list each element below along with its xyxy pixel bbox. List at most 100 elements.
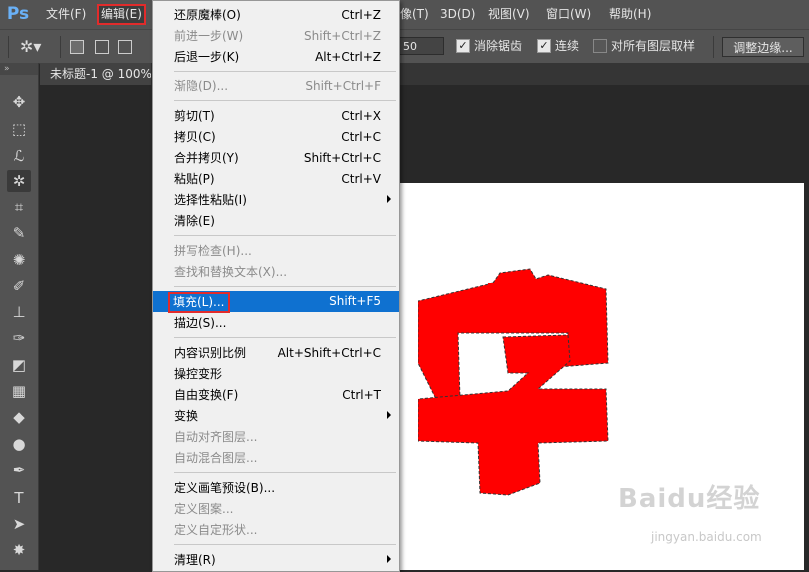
menu-item-cut[interactable]: 剪切(T) Ctrl+X bbox=[153, 106, 399, 127]
contiguous-label: 连续 bbox=[555, 39, 580, 53]
menu-item-shortcut: Shift+Ctrl+C bbox=[303, 151, 381, 165]
move-tool-icon[interactable]: ✥ bbox=[7, 91, 31, 113]
menu-item-label: 后退一步(K) bbox=[174, 50, 240, 64]
add-selection-icon[interactable] bbox=[95, 40, 109, 54]
photoshop-logo: Ps bbox=[6, 4, 30, 24]
menu-item-shortcut: Alt+Shift+Ctrl+C bbox=[277, 346, 381, 360]
menu-item-label: 定义画笔预设(B)... bbox=[174, 481, 276, 495]
document-tab[interactable]: 未标题-1 @ 100% bbox=[40, 63, 152, 85]
menu-item-fill[interactable]: 填充(L)... Shift+F5 bbox=[153, 291, 399, 312]
type-tool-icon[interactable]: T bbox=[7, 487, 31, 509]
history-brush-tool-icon[interactable]: ✑ bbox=[7, 327, 31, 349]
menu-item-auto-align-layers[interactable]: 自动对齐图层... bbox=[153, 427, 399, 448]
menu-separator bbox=[174, 100, 396, 101]
menu-item-define-pattern[interactable]: 定义图案... bbox=[153, 499, 399, 520]
new-selection-icon[interactable] bbox=[70, 40, 84, 54]
menu-view[interactable]: 视图(V) bbox=[488, 6, 530, 23]
menu-separator bbox=[174, 472, 396, 473]
lasso-tool-icon[interactable]: ℒ bbox=[7, 145, 31, 167]
menu-item-content-aware-scale[interactable]: 内容识别比例 Alt+Shift+Ctrl+C bbox=[153, 343, 399, 364]
menu-item-label: 拼写检查(H)... bbox=[174, 244, 252, 258]
clone-stamp-tool-icon[interactable]: ⊥ bbox=[7, 301, 31, 323]
edit-menu-dropdown: 还原魔棒(O) Ctrl+Z 前进一步(W) Shift+Ctrl+Z 后退一步(K… bbox=[152, 0, 400, 572]
gradient-tool-icon[interactable]: ▦ bbox=[7, 380, 31, 402]
menu-item-shortcut: Shift+Ctrl+Z bbox=[304, 29, 381, 43]
menu-item-step-forward[interactable]: 前进一步(W) Shift+Ctrl+Z bbox=[153, 26, 399, 47]
menu-item-label: 描边(S)... bbox=[174, 316, 227, 330]
menu-item-copy-merged[interactable]: 合并拷贝(Y) Shift+Ctrl+C bbox=[153, 148, 399, 169]
menu-item-label: 选择性粘贴(I) bbox=[174, 193, 247, 207]
menu-item-stroke[interactable]: 描边(S)... bbox=[153, 313, 399, 334]
menu-edit[interactable]: 编辑(E) bbox=[97, 4, 146, 25]
menu-item-label: 定义图案... bbox=[174, 502, 234, 516]
healing-brush-tool-icon[interactable]: ✺ bbox=[7, 249, 31, 271]
menu-item-shortcut: Shift+F5 bbox=[329, 294, 381, 308]
menu-item-shortcut: Ctrl+T bbox=[342, 388, 381, 402]
menu-item-free-transform[interactable]: 自由变换(F) Ctrl+T bbox=[153, 385, 399, 406]
menu-item-label: 剪切(T) bbox=[174, 109, 215, 123]
menu-item-undo[interactable]: 还原魔棒(O) Ctrl+Z bbox=[153, 5, 399, 26]
menu-item-define-brush[interactable]: 定义画笔预设(B)... bbox=[153, 478, 399, 499]
options-bar: ✲▾ 50 ✓ 消除锯齿 ✓ 连续 对所有图层取样 调整边缘... bbox=[0, 29, 809, 64]
menu-item-purge[interactable]: 清理(R) bbox=[153, 550, 399, 571]
crop-tool-icon[interactable]: ⌗ bbox=[7, 196, 31, 218]
anti-alias-checkbox[interactable]: ✓ bbox=[456, 39, 470, 53]
sample-all-layers-checkbox[interactable] bbox=[593, 39, 607, 53]
submenu-arrow-icon bbox=[387, 411, 391, 419]
menu-item-auto-blend-layers[interactable]: 自动混合图层... bbox=[153, 448, 399, 469]
menu-item-transform[interactable]: 变换 bbox=[153, 406, 399, 427]
refine-edge-button[interactable]: 调整边缘... bbox=[722, 37, 804, 57]
menu-item-define-custom-shape[interactable]: 定义自定形状... bbox=[153, 520, 399, 541]
menu-file[interactable]: 文件(F) bbox=[46, 6, 86, 23]
menu-item-copy[interactable]: 拷贝(C) Ctrl+C bbox=[153, 127, 399, 148]
baidu-watermark: Baidu经验 bbox=[618, 484, 761, 514]
menu-item-shortcut: Alt+Ctrl+Z bbox=[315, 50, 381, 64]
menu-item-fade[interactable]: 渐隐(D)... Shift+Ctrl+F bbox=[153, 76, 399, 97]
menu-item-find-replace[interactable]: 查找和替换文本(X)... bbox=[153, 262, 399, 283]
menu-item-paste[interactable]: 粘贴(P) Ctrl+V bbox=[153, 169, 399, 190]
menu-item-label: 填充(L)... bbox=[170, 294, 228, 311]
custom-shape-tool-icon[interactable]: ✸ bbox=[7, 539, 31, 561]
menu-separator bbox=[174, 544, 396, 545]
menu-window[interactable]: 窗口(W) bbox=[546, 6, 591, 23]
menu-item-label: 拷贝(C) bbox=[174, 130, 216, 144]
tolerance-input[interactable]: 50 bbox=[398, 37, 444, 55]
menu-item-label: 变换 bbox=[174, 409, 199, 423]
marquee-tool-icon[interactable]: ⬚ bbox=[7, 118, 31, 140]
contiguous-checkbox[interactable]: ✓ bbox=[537, 39, 551, 53]
menu-item-shortcut: Ctrl+Z bbox=[341, 8, 381, 22]
menu-item-shortcut: Shift+Ctrl+F bbox=[305, 79, 381, 93]
submenu-arrow-icon bbox=[387, 555, 391, 563]
path-selection-tool-icon[interactable]: ➤ bbox=[7, 513, 31, 535]
tools-panel: » ✥ ⬚ ℒ ✲ ⌗ ✎ ✺ ✐ ⊥ ✑ ◩ ▦ ◆ ● ✒ T ➤ ✸ bbox=[0, 63, 39, 570]
options-divider-2 bbox=[713, 36, 714, 58]
menu-separator bbox=[174, 286, 396, 287]
selected-red-character bbox=[418, 268, 609, 496]
menu-item-label: 内容识别比例 bbox=[174, 346, 247, 360]
menu-item-label: 还原魔棒(O) bbox=[174, 8, 241, 22]
menu-item-step-backward[interactable]: 后退一步(K) Alt+Ctrl+Z bbox=[153, 47, 399, 68]
dodge-tool-icon[interactable]: ● bbox=[7, 433, 31, 455]
collapse-panel-icon[interactable]: » bbox=[0, 63, 38, 75]
menu-item-shortcut: Ctrl+X bbox=[341, 109, 381, 123]
menu-item-check-spelling[interactable]: 拼写检查(H)... bbox=[153, 241, 399, 262]
options-divider bbox=[60, 36, 61, 58]
eraser-tool-icon[interactable]: ◩ bbox=[7, 354, 31, 376]
menu-item-puppet-warp[interactable]: 操控变形 bbox=[153, 364, 399, 385]
menu-item-label: 前进一步(W) bbox=[174, 29, 244, 43]
blur-tool-icon[interactable]: ◆ bbox=[7, 406, 31, 428]
magic-wand-tool-icon[interactable]: ✲ bbox=[7, 170, 31, 192]
menu-item-label: 自由变换(F) bbox=[174, 388, 239, 402]
menu-separator bbox=[174, 71, 396, 72]
menu-help[interactable]: 帮助(H) bbox=[609, 6, 651, 23]
pen-tool-icon[interactable]: ✒ bbox=[7, 459, 31, 481]
menu-item-clear[interactable]: 清除(E) bbox=[153, 211, 399, 232]
menu-item-paste-special[interactable]: 选择性粘贴(I) bbox=[153, 190, 399, 211]
eyedropper-tool-icon[interactable]: ✎ bbox=[7, 222, 31, 244]
menu-item-label: 自动对齐图层... bbox=[174, 430, 258, 444]
menu-3d[interactable]: 3D(D) bbox=[440, 6, 475, 23]
brush-tool-icon[interactable]: ✐ bbox=[7, 275, 31, 297]
magic-wand-icon[interactable]: ✲▾ bbox=[20, 37, 44, 57]
menu-image[interactable]: 像(T) bbox=[400, 6, 429, 23]
subtract-selection-icon[interactable] bbox=[118, 40, 132, 54]
